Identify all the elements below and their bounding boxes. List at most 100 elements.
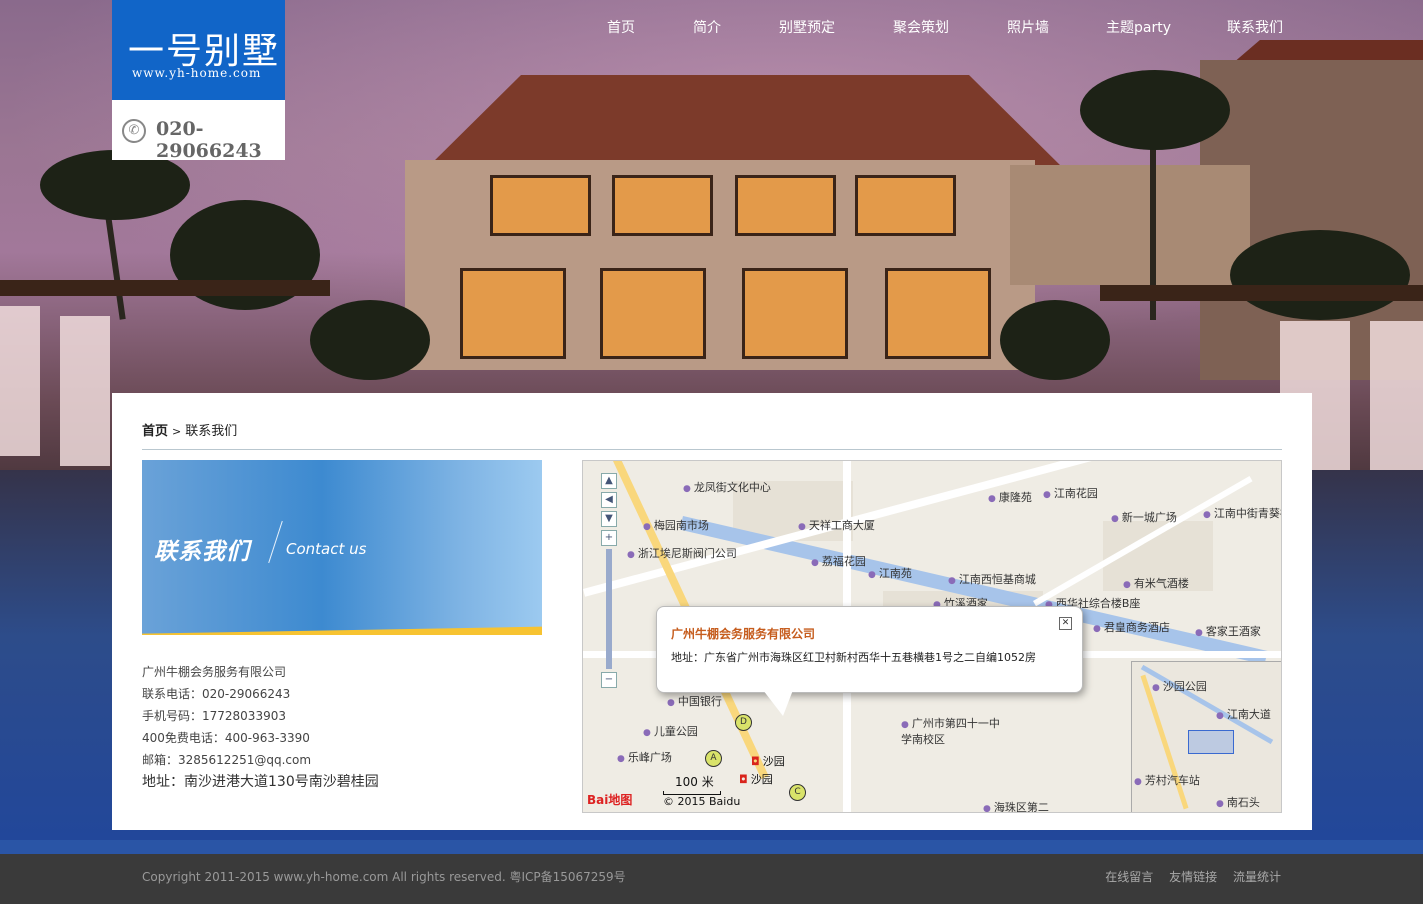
map-poi[interactable]: 江南花园 xyxy=(1043,485,1098,501)
metro-line-c-icon: C xyxy=(789,784,806,801)
metro-line-d-icon: D xyxy=(735,714,752,731)
nav-contact[interactable]: 联系我们 xyxy=(1227,17,1283,37)
breadcrumb-home[interactable]: 首页 xyxy=(142,424,168,439)
contact-tel: 联系电话：020-29066243 xyxy=(142,687,291,701)
map-poi[interactable]: 有米气酒楼 xyxy=(1123,575,1189,591)
metro-station[interactable]: 沙园 xyxy=(739,771,773,787)
zoom-in-button[interactable]: + xyxy=(601,530,617,546)
overview-road xyxy=(1140,674,1189,810)
villa-window xyxy=(490,175,591,236)
map-poi[interactable]: 江南苑 xyxy=(868,565,912,581)
overview-label: 沙园公园 xyxy=(1152,678,1207,694)
nav-party-planning[interactable]: 聚会策划 xyxy=(893,17,949,37)
villa-window xyxy=(742,268,848,359)
metro-station[interactable]: 沙园 xyxy=(751,753,785,769)
info-window-title: 广州牛棚会务服务有限公司 xyxy=(671,627,816,641)
villa-roof xyxy=(425,75,1065,170)
map-poi[interactable]: 新一城广场 xyxy=(1111,509,1177,525)
villa-window xyxy=(612,175,713,236)
zoom-out-button[interactable]: − xyxy=(601,672,617,688)
map-info-window: 广州牛棚会务服务有限公司 地址：广东省广州市海珠区红卫村新村西华十五巷横巷1号之… xyxy=(656,606,1083,693)
pan-up-button[interactable]: ▲ xyxy=(601,473,617,489)
breadcrumb-divider xyxy=(142,449,1282,450)
nav-intro[interactable]: 简介 xyxy=(693,17,721,37)
villa-wing xyxy=(1010,165,1250,285)
footer-band xyxy=(0,840,1423,854)
footer: Copyright 2011-2015 www.yh-home.com All … xyxy=(0,854,1423,904)
map-poi[interactable]: 江南西恒基商城 xyxy=(948,571,1036,587)
banner-title-cn: 联系我们 xyxy=(154,539,250,565)
nav-home[interactable]: 首页 xyxy=(607,17,635,37)
nav-theme-party[interactable]: 主题party xyxy=(1106,17,1171,37)
contact-info: 广州牛棚会务服务有限公司 联系电话：020-29066243 手机号码：1772… xyxy=(142,661,379,793)
map-poi[interactable]: 浙江埃尼斯阀门公司 xyxy=(627,545,737,561)
contact-free-call: 400免费电话：400-963-3390 xyxy=(142,731,310,745)
company-name: 广州牛棚会务服务有限公司 xyxy=(142,665,287,679)
map-poi[interactable]: 乐峰广场 xyxy=(617,749,672,765)
villa-window xyxy=(855,175,956,236)
villa-window xyxy=(600,268,706,359)
pan-left-button[interactable]: ◀ xyxy=(601,492,617,508)
contact-address: 地址：南沙进港大道130号南沙碧桂园 xyxy=(142,774,379,790)
metro-line-a-icon: A xyxy=(705,750,722,767)
footer-link-message[interactable]: 在线留言 xyxy=(1105,870,1153,884)
baidu-logo[interactable]: Bai地图 xyxy=(587,791,632,808)
info-window-address: 地址：广东省广州市海珠区红卫村新村西华十五巷横巷1号之二自编1052房 xyxy=(671,651,1036,664)
logo-url: www.yh-home.com xyxy=(132,66,262,80)
overview-label: 南石头 xyxy=(1216,794,1260,810)
map-poi[interactable]: 荔福花园 xyxy=(811,553,866,569)
map-poi[interactable]: 儿童公园 xyxy=(643,723,698,739)
map-copyright: © 2015 Baidu xyxy=(663,795,741,808)
baidu-map[interactable]: 龙凤街文化中心 江南花园 康隆苑 江南中街青葵社区 梅园南市场 天祥工商大厦 新… xyxy=(582,460,1282,813)
villa-window xyxy=(460,268,566,359)
banner-divider xyxy=(268,520,283,564)
logo[interactable]: 一号别墅 www.yh-home.com xyxy=(112,0,285,100)
map-scale-label: 100 米 xyxy=(675,775,714,789)
zoom-slider[interactable] xyxy=(606,549,612,669)
banner-base xyxy=(142,635,542,660)
palm-tree xyxy=(1080,70,1230,150)
map-poi[interactable]: 海珠区第二 xyxy=(983,799,1049,812)
footer-copyright: Copyright 2011-2015 www.yh-home.com All … xyxy=(142,870,626,884)
map-poi[interactable]: 江南中街青葵社区 xyxy=(1203,505,1281,521)
cabana-curtain xyxy=(1370,321,1423,471)
map-poi[interactable]: 梅园南市场 xyxy=(643,517,709,533)
footer-link-friends[interactable]: 友情链接 xyxy=(1169,870,1217,884)
nav-photo-wall[interactable]: 照片墙 xyxy=(1007,17,1049,37)
nav-booking[interactable]: 别墅预定 xyxy=(779,17,835,37)
overview-viewport[interactable] xyxy=(1188,730,1234,754)
map-overview[interactable]: 沙园公园 江南大道 芳村汽车站 南石头 xyxy=(1131,661,1281,812)
contact-banner: 联系我们 Contact us xyxy=(142,460,542,660)
pan-down-button[interactable]: ▼ xyxy=(601,511,617,527)
breadcrumb: 首页 > 联系我们 xyxy=(142,420,237,439)
cabana-curtain xyxy=(60,316,110,466)
phone-icon: ✆ xyxy=(122,119,146,143)
map-poi[interactable]: 广州市第四十一中学南校区 xyxy=(901,715,1001,747)
map-poi[interactable]: 中国银行 xyxy=(667,693,722,709)
map-poi[interactable]: 康隆苑 xyxy=(988,489,1032,505)
breadcrumb-current: 联系我们 xyxy=(185,424,238,439)
content-panel: 首页 > 联系我们 联系我们 Contact us 广州牛棚会务服务有限公司 联系电… xyxy=(112,393,1312,830)
overview-label: 江南大道 xyxy=(1216,706,1271,722)
phone-box: ✆ 020-29066243 xyxy=(112,100,285,162)
contact-email: 邮箱：3285612251@qq.com xyxy=(142,753,312,767)
map-controls: ▲ ◀ ▼ + − xyxy=(601,473,619,691)
overview-label: 芳村汽车站 xyxy=(1134,772,1200,788)
map-poi[interactable]: 君皇商务酒店 xyxy=(1093,619,1170,635)
villa-window xyxy=(735,175,836,236)
villa-window xyxy=(885,268,991,359)
close-icon[interactable]: ✕ xyxy=(1059,617,1072,630)
footer-link-stats[interactable]: 流量统计 xyxy=(1233,870,1281,884)
footer-links: 在线留言 友情链接 流量统计 xyxy=(1093,868,1281,885)
map-poi[interactable]: 龙凤街文化中心 xyxy=(683,479,771,495)
phone-number: 020-29066243 xyxy=(156,118,262,162)
main-nav: 首页 简介 别墅预定 聚会策划 照片墙 主题party 联系我们 xyxy=(0,17,1423,39)
breadcrumb-separator: > xyxy=(172,425,182,438)
map-poi[interactable]: 客家王酒家 xyxy=(1195,623,1261,639)
info-window-pointer xyxy=(763,690,793,716)
shrub xyxy=(1000,300,1110,380)
contact-mobile: 手机号码：17728033903 xyxy=(142,709,286,723)
map-poi[interactable]: 天祥工商大厦 xyxy=(798,517,875,533)
banner-title-en: Contact us xyxy=(286,540,367,558)
cabana-curtain xyxy=(0,306,40,456)
